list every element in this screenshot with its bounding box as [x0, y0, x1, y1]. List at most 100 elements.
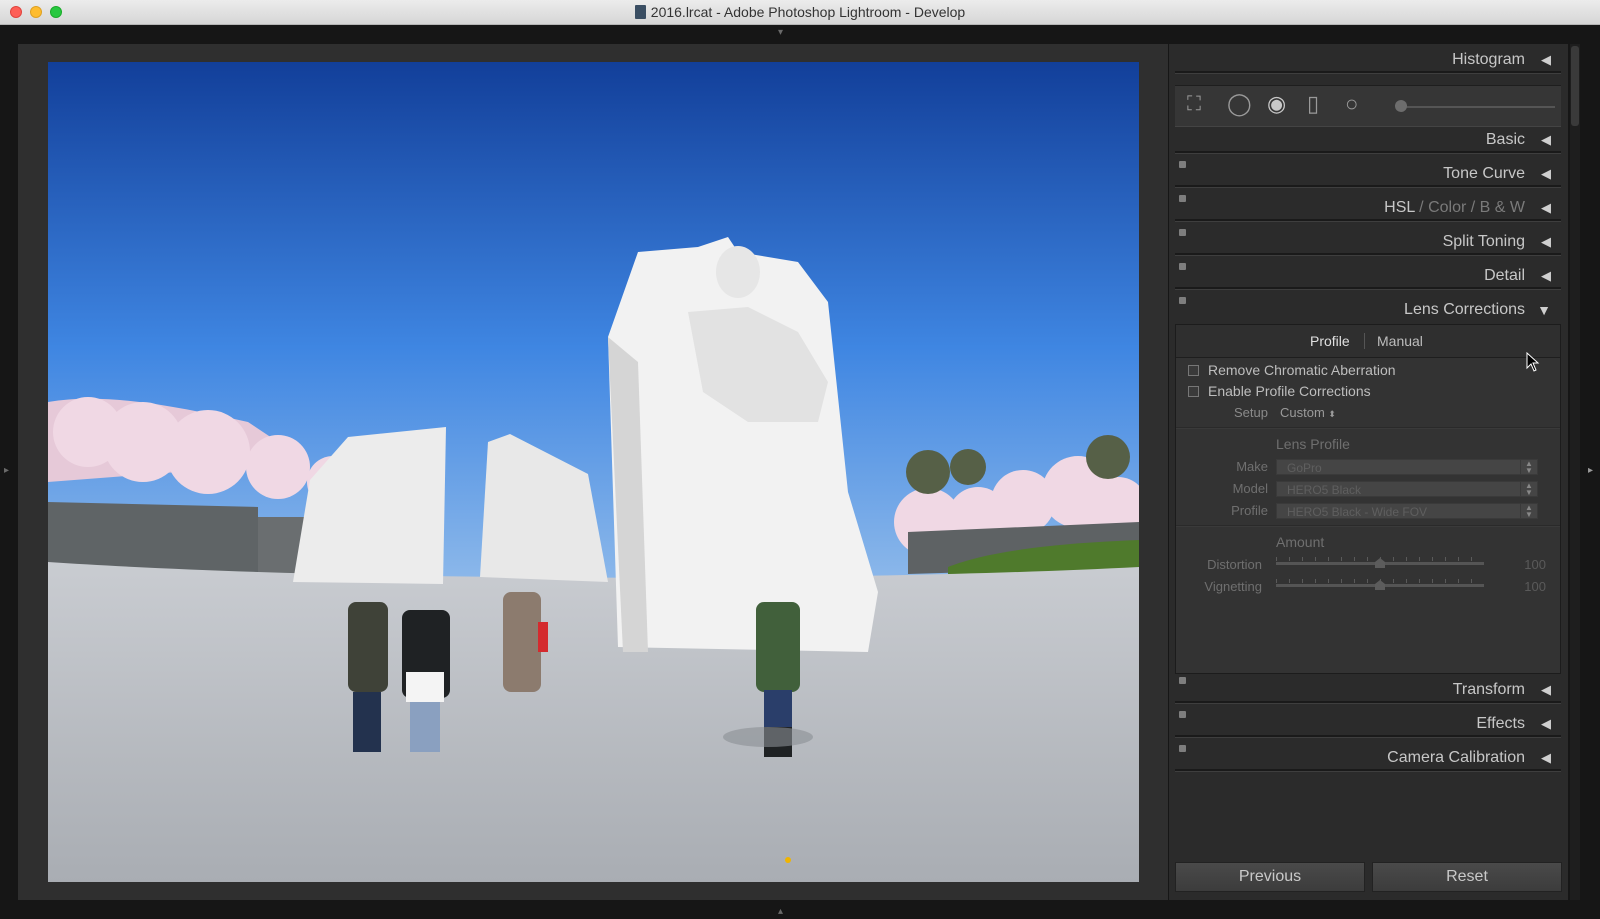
effects-label: Effects	[1476, 715, 1525, 732]
detail-panel-header[interactable]: Detail ◀	[1175, 260, 1561, 290]
divider	[1175, 151, 1561, 154]
panel-switch[interactable]	[1179, 263, 1186, 270]
radial-filter-icon[interactable]: ○	[1345, 93, 1358, 115]
lens-profile-header: Lens Profile	[1276, 436, 1350, 452]
setup-value: Custom	[1280, 405, 1325, 420]
photo-preview[interactable]	[48, 62, 1139, 882]
updown-arrow-icon: ⬍	[1328, 409, 1336, 419]
panel-switch[interactable]	[1179, 195, 1186, 202]
distortion-value[interactable]: 100	[1524, 557, 1546, 572]
collapse-arrow-icon: ◀	[1541, 268, 1551, 283]
model-value: HERO5 Black	[1287, 483, 1362, 497]
adjustment-brush-track[interactable]	[1397, 106, 1555, 108]
updown-arrow-icon: ▲ ▼	[1520, 482, 1537, 497]
camera-calibration-panel-header[interactable]: Camera Calibration ◀	[1175, 742, 1561, 772]
panel-switch[interactable]	[1179, 745, 1186, 752]
lens-corrections-body: Profile Manual Remove Chromatic Aberrati…	[1175, 324, 1561, 674]
expanded-arrow-icon: ▼	[1537, 302, 1551, 318]
collapse-arrow-icon: ◀	[1541, 682, 1551, 697]
panel-switch[interactable]	[1179, 297, 1186, 304]
panel-scrollbar-track[interactable]	[1570, 44, 1580, 900]
photo-scene	[48, 62, 1139, 882]
panel-switch[interactable]	[1179, 161, 1186, 168]
updown-arrow-icon: ▲ ▼	[1520, 504, 1537, 519]
divider	[1175, 253, 1561, 256]
histogram-label: Histogram	[1452, 51, 1525, 68]
remove-ca-checkbox[interactable]	[1188, 365, 1199, 376]
collapse-arrow-icon: ◀	[1541, 234, 1551, 249]
bottom-panel-toggle-icon[interactable]: ▴	[778, 907, 783, 917]
tone-curve-panel-header[interactable]: Tone Curve ◀	[1175, 158, 1561, 188]
tab-divider	[1364, 333, 1365, 349]
separator: /	[1470, 199, 1476, 216]
left-panel-toggle-icon[interactable]: ▸	[4, 466, 9, 476]
make-label: Make	[1236, 459, 1268, 474]
reset-button[interactable]: Reset	[1372, 862, 1562, 892]
lens-tabs: Profile Manual	[1176, 325, 1560, 358]
divider	[1175, 735, 1561, 738]
catalog-file-icon	[634, 5, 646, 19]
right-panel-toggle-icon[interactable]: ▸	[1588, 466, 1593, 476]
profile-label: Profile	[1231, 503, 1268, 518]
enable-profile-checkbox[interactable]	[1188, 386, 1199, 397]
camera-calibration-label: Camera Calibration	[1387, 749, 1525, 766]
previous-button[interactable]: Previous	[1175, 862, 1365, 892]
profile-value: HERO5 Black - Wide FOV	[1287, 505, 1428, 519]
separator: /	[1419, 199, 1424, 216]
graduated-filter-icon[interactable]: ▯	[1307, 93, 1319, 115]
effects-panel-header[interactable]: Effects ◀	[1175, 708, 1561, 738]
divider	[1175, 769, 1561, 772]
hsl-panel-header[interactable]: HSL / Color / B & W ◀	[1175, 192, 1561, 222]
panel-switch[interactable]	[1179, 229, 1186, 236]
color-tab[interactable]: Color	[1428, 199, 1466, 216]
setup-label: Setup	[1234, 405, 1268, 420]
collapse-arrow-icon: ◀	[1541, 166, 1551, 181]
tab-manual[interactable]: Manual	[1377, 333, 1423, 349]
divider	[1175, 185, 1561, 188]
vignetting-value[interactable]: 100	[1524, 579, 1546, 594]
divider	[1175, 71, 1561, 74]
transform-panel-header[interactable]: Transform ◀	[1175, 674, 1561, 704]
collapse-arrow-icon: ◀	[1541, 716, 1551, 731]
profile-select[interactable]: HERO5 Black - Wide FOV ▲ ▼	[1276, 503, 1538, 519]
panel-switch[interactable]	[1179, 711, 1186, 718]
tool-strip: ⛶ ◯ ◉ ▯ ○	[1175, 85, 1561, 127]
vignetting-label: Vignetting	[1204, 579, 1262, 594]
hsl-tab[interactable]: HSL	[1384, 199, 1415, 216]
split-toning-panel-header[interactable]: Split Toning ◀	[1175, 226, 1561, 256]
updown-arrow-icon: ▲ ▼	[1520, 460, 1537, 475]
transform-label: Transform	[1452, 681, 1525, 698]
tab-profile[interactable]: Profile	[1310, 333, 1350, 349]
bw-tab[interactable]: B & W	[1480, 199, 1525, 216]
model-select[interactable]: HERO5 Black ▲ ▼	[1276, 481, 1538, 497]
spot-removal-icon[interactable]: ◯	[1227, 93, 1252, 115]
tone-curve-label: Tone Curve	[1443, 165, 1525, 182]
crop-overlay-icon[interactable]: ⛶	[1187, 93, 1201, 115]
divider	[1176, 525, 1560, 527]
histogram-panel-header[interactable]: Histogram ◀	[1175, 44, 1561, 74]
collapse-arrow-icon: ◀	[1541, 52, 1551, 67]
enable-profile-label: Enable Profile Corrections	[1208, 383, 1371, 399]
remove-ca-label: Remove Chromatic Aberration	[1208, 362, 1396, 378]
collapse-arrow-icon: ◀	[1541, 750, 1551, 765]
make-value: GoPro	[1287, 461, 1322, 475]
lens-corrections-label: Lens Corrections	[1404, 301, 1525, 318]
lens-corrections-panel-header[interactable]: Lens Corrections ▼	[1175, 294, 1561, 324]
hsl-tabs: HSL / Color / B & W	[1384, 199, 1525, 217]
red-eye-icon[interactable]: ◉	[1267, 93, 1286, 115]
adjustment-brush-icon[interactable]	[1395, 100, 1407, 112]
panel-switch[interactable]	[1179, 677, 1186, 684]
basic-panel-header[interactable]: Basic ◀	[1175, 124, 1561, 154]
setup-select[interactable]: Custom ⬍	[1280, 405, 1336, 420]
panel-scrollbar-thumb[interactable]	[1571, 46, 1579, 126]
collapse-arrow-icon: ◀	[1541, 200, 1551, 215]
distortion-label: Distortion	[1207, 557, 1262, 572]
make-select[interactable]: GoPro ▲ ▼	[1276, 459, 1538, 475]
divider	[1175, 701, 1561, 704]
top-panel-toggle-icon[interactable]: ▾	[778, 28, 783, 38]
collapse-arrow-icon: ◀	[1541, 132, 1551, 147]
amount-header: Amount	[1276, 534, 1325, 550]
model-label: Model	[1232, 481, 1268, 496]
mouse-cursor-icon	[1526, 352, 1540, 372]
window-title: 2016.lrcat - Adobe Photoshop Lightroom -…	[0, 4, 1600, 20]
